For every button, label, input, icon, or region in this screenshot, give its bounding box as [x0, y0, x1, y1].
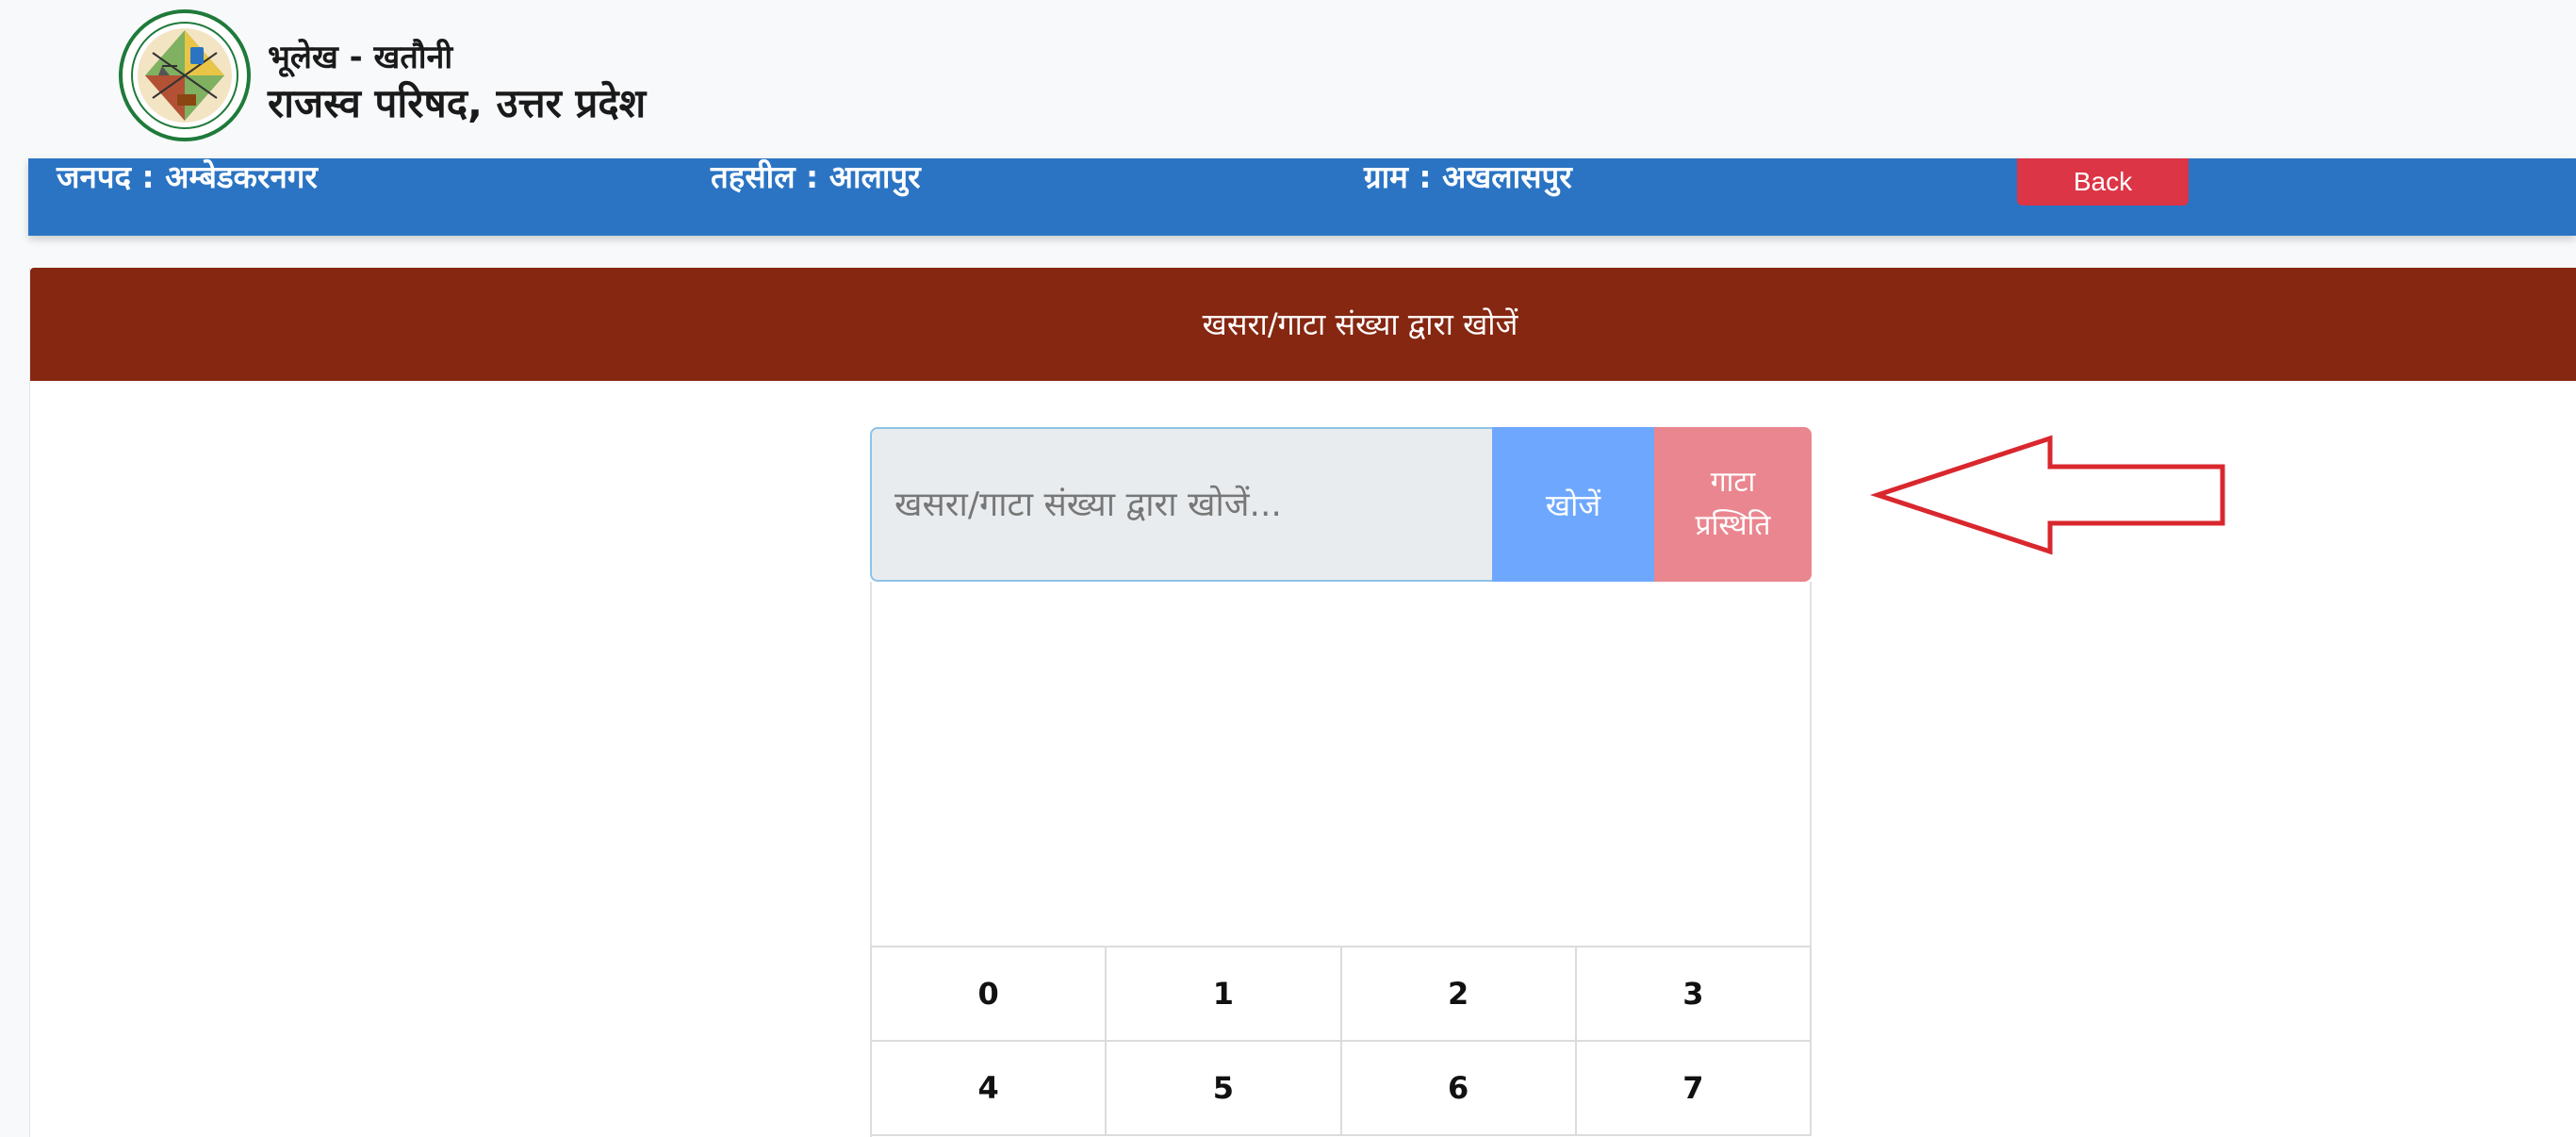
keypad-key-4[interactable]: 4 [872, 1042, 1108, 1136]
site-header: भूलेख - खतौनी राजस्व परिषद, उत्तर प्रदेश [0, 0, 2576, 158]
annotation-arrow-icon [1869, 435, 2225, 555]
search-button[interactable]: खोजें [1492, 427, 1654, 582]
keypad-key-6[interactable]: 6 [1341, 1042, 1577, 1136]
search-group: खोजें गाटा प्रस्थिति [870, 427, 1812, 582]
gata-status-button[interactable]: गाटा प्रस्थिति [1654, 427, 1812, 582]
page: भूलेख - खतौनी राजस्व परिषद, उत्तर प्रदेश… [0, 0, 2576, 1137]
number-keypad: 0 1 2 3 4 5 6 7 [870, 946, 1812, 1137]
district-label: जनपद : अम्बेडकरनगर [57, 158, 318, 195]
brand-title: भूलेख - खतौनी [268, 39, 453, 76]
keypad-key-0[interactable]: 0 [872, 948, 1108, 1042]
brand-subtitle: राजस्व परिषद, उत्तर प्रदेश [268, 80, 647, 126]
tehsil-label: तहसील : आलापुर [711, 158, 921, 195]
keypad-key-7[interactable]: 7 [1576, 1042, 1812, 1136]
card-title: खसरा/गाटा संख्या द्वारा खोजें [1202, 306, 1518, 342]
keypad-key-1[interactable]: 1 [1107, 948, 1342, 1042]
revenue-board-seal-icon [119, 9, 251, 141]
location-bar: जनपद : अम्बेडकरनगर तहसील : आलापुर ग्राम … [28, 158, 2576, 236]
khasra-search-input[interactable] [870, 427, 1492, 582]
results-list [870, 582, 1812, 946]
keypad-key-3[interactable]: 3 [1576, 948, 1812, 1042]
keypad-key-2[interactable]: 2 [1341, 948, 1577, 1042]
village-label: ग्राम : अखलासपुर [1364, 158, 1572, 195]
back-button[interactable]: Back [2017, 158, 2189, 206]
card-header: खसरा/गाटा संख्या द्वारा खोजें [30, 268, 2576, 381]
keypad-key-5[interactable]: 5 [1107, 1042, 1342, 1136]
